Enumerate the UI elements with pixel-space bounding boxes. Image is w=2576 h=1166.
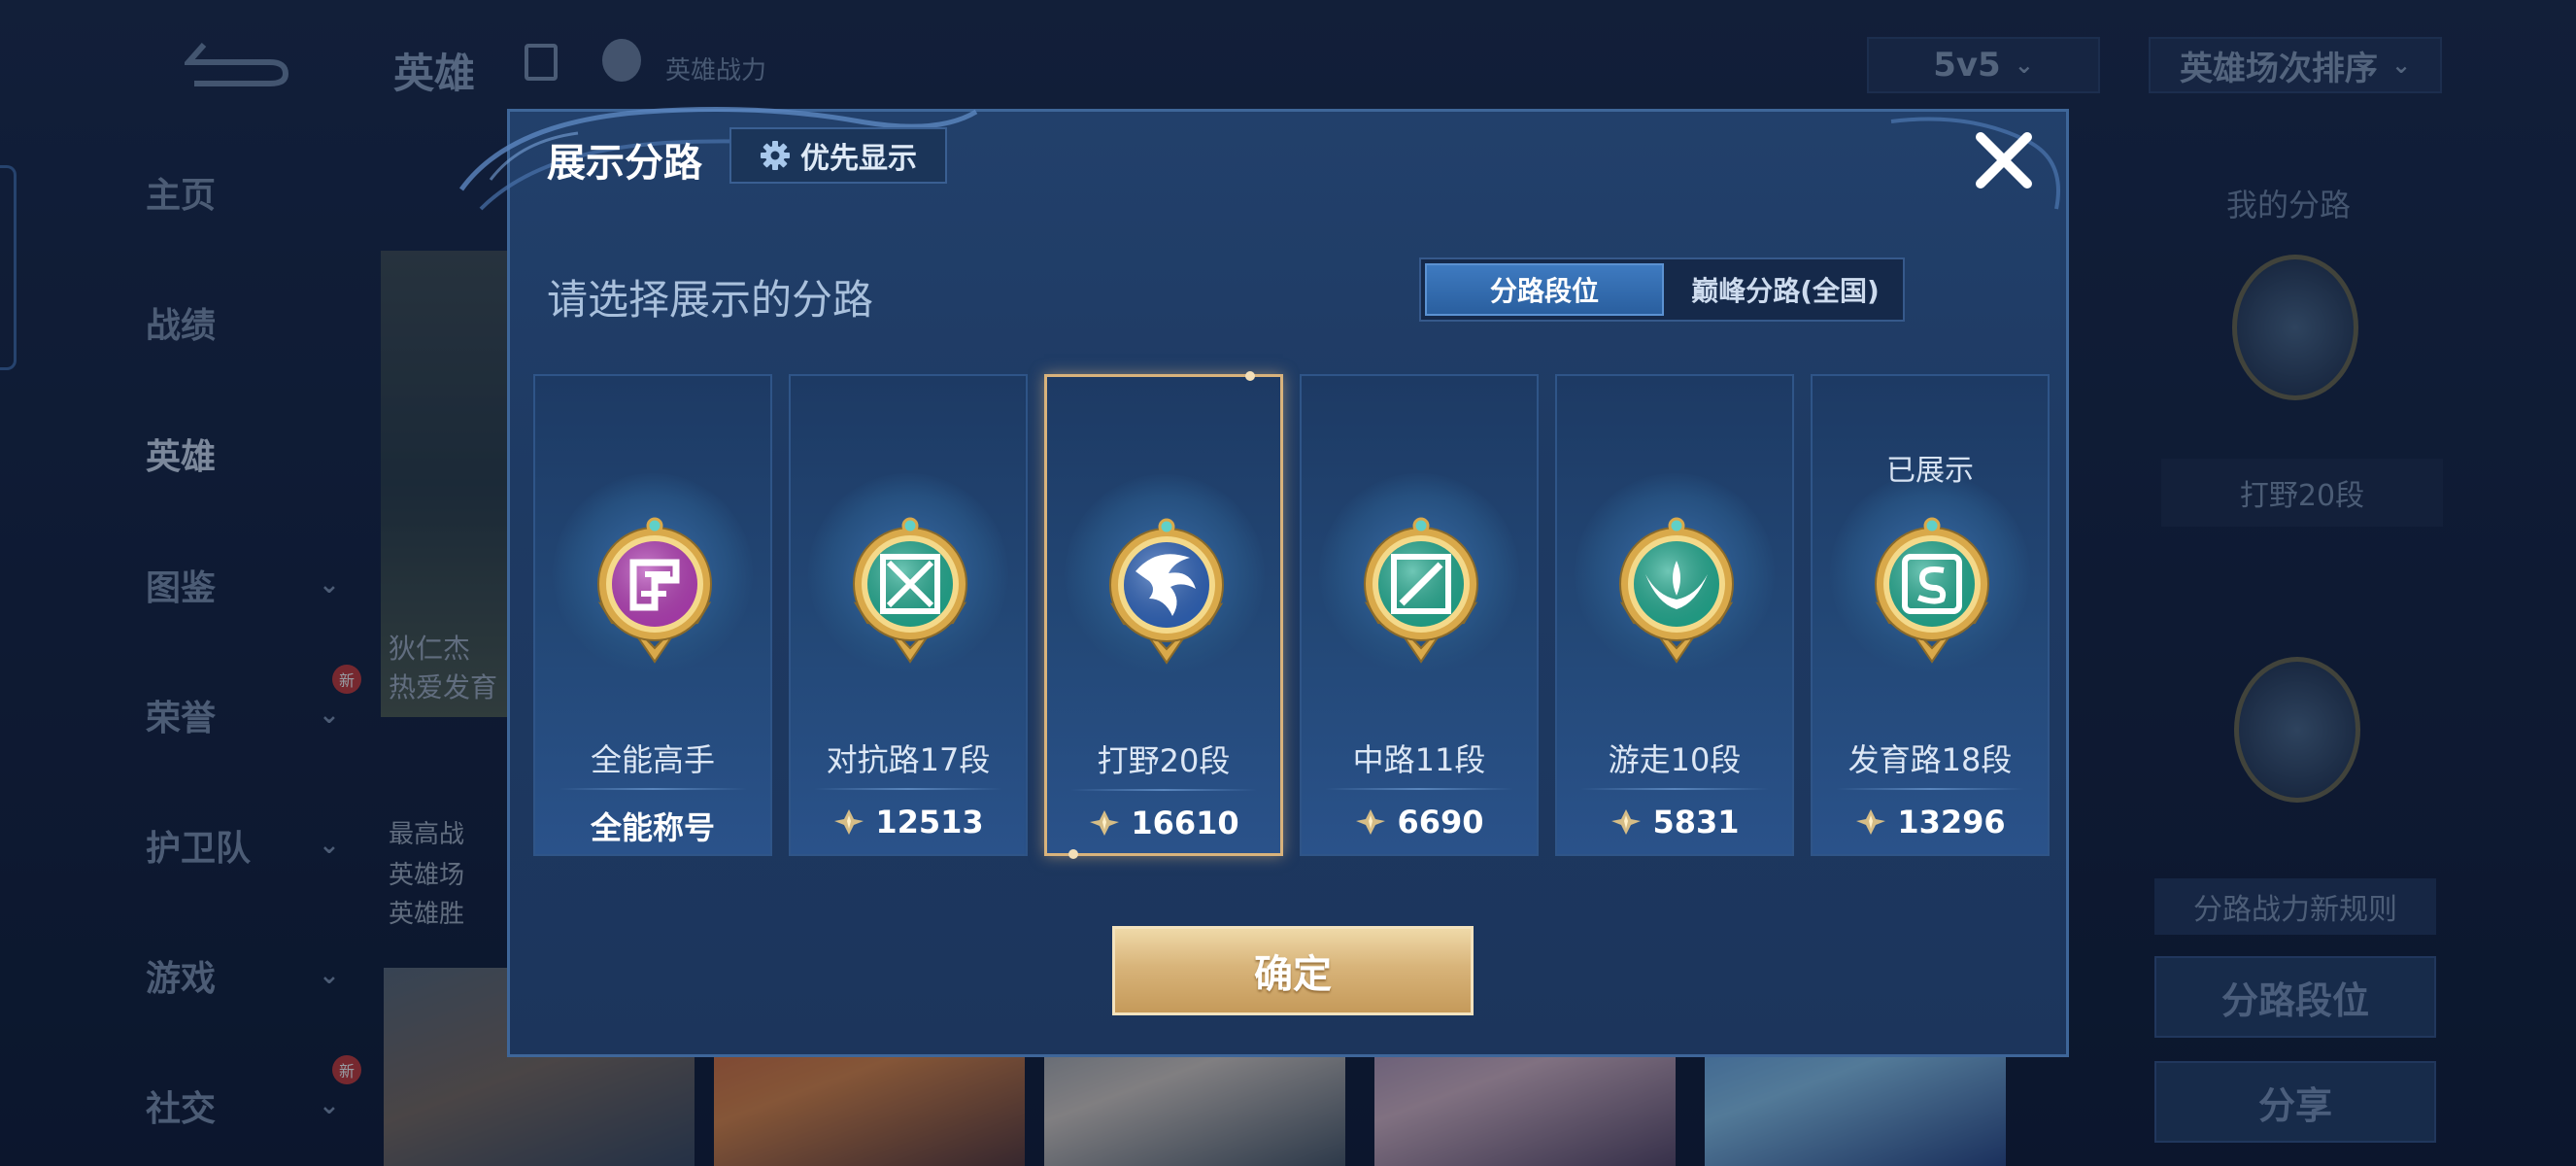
power-star-icon — [1856, 809, 1886, 835]
dialog-title: 展示分路 — [547, 141, 702, 186]
card-divider — [814, 788, 1002, 790]
power-star-icon — [1356, 809, 1386, 835]
card-divider — [1325, 788, 1513, 790]
priority-display-label: 优先显示 — [800, 142, 917, 176]
lane-card[interactable]: 游走10段 5831 — [1555, 374, 1794, 856]
mid-lane-emblem-icon — [1364, 517, 1478, 664]
lane-name: 游走10段 — [1608, 741, 1742, 778]
priority-display-button[interactable]: 优先显示 — [729, 127, 947, 184]
roam-emblem-icon — [1619, 517, 1734, 664]
card-divider — [1836, 788, 2024, 790]
clash-lane-emblem-icon — [853, 517, 967, 664]
power-star-icon — [834, 809, 864, 835]
lane-score-value: 13296 — [1897, 804, 2006, 840]
lane-display-dialog: 展示分路 优先显示 请选择展示的分路 分路段位 巅峰分路(全国) 全能高手 全能… — [458, 107, 2069, 1057]
lane-name: 全能高手 — [590, 741, 715, 778]
shown-label: 已展示 — [1886, 454, 1974, 488]
lane-score-value: 12513 — [875, 804, 984, 840]
close-icon[interactable] — [1971, 127, 2037, 193]
card-divider — [1580, 788, 1769, 790]
lane-score-value: 16610 — [1131, 805, 1239, 841]
lane-score: 6690 — [1302, 804, 1537, 840]
selection-corner-dot — [1068, 849, 1078, 859]
lane-card[interactable]: 全能高手 全能称号 — [533, 374, 772, 856]
gear-icon — [761, 141, 790, 170]
lane-title-value: 全能称号 — [590, 809, 715, 846]
tab-peak-lane[interactable]: 巅峰分路(全国) — [1668, 259, 1903, 320]
lane-score-value: 5831 — [1652, 804, 1740, 840]
lane-name: 对抗路17段 — [826, 741, 991, 778]
tab-lane-rank[interactable]: 分路段位 — [1425, 263, 1664, 316]
card-divider — [559, 788, 747, 790]
lane-card[interactable]: 已展示 发育路18段 13296 — [1811, 374, 2050, 856]
jungle-emblem-icon — [1109, 518, 1224, 665]
lane-tabs: 分路段位 巅峰分路(全国) — [1419, 257, 1905, 322]
lane-score: 5831 — [1557, 804, 1792, 840]
lane-score: 16610 — [1047, 805, 1280, 841]
lane-name: 发育路18段 — [1847, 741, 2013, 778]
lane-name: 中路11段 — [1352, 741, 1486, 778]
farm-lane-emblem-icon — [1875, 517, 1989, 664]
lane-card[interactable]: 对抗路17段 12513 — [789, 374, 1028, 856]
lane-name: 打野20段 — [1097, 742, 1231, 779]
lane-card[interactable]: 打野20段 16610 — [1044, 371, 1283, 859]
card-divider — [1070, 789, 1257, 791]
dialog-subtitle: 请选择展示的分路 — [547, 276, 874, 324]
lane-score-value: 6690 — [1397, 804, 1484, 840]
lane-score: 12513 — [791, 804, 1026, 840]
power-star-icon — [1611, 809, 1642, 835]
selection-corner-dot — [1245, 371, 1255, 381]
lane-score: 13296 — [1813, 804, 2048, 840]
confirm-button[interactable]: 确定 — [1112, 926, 1474, 1015]
lane-card[interactable]: 中路11段 6690 — [1300, 374, 1539, 856]
power-star-icon — [1090, 810, 1120, 836]
all-round-emblem-icon — [597, 517, 712, 664]
